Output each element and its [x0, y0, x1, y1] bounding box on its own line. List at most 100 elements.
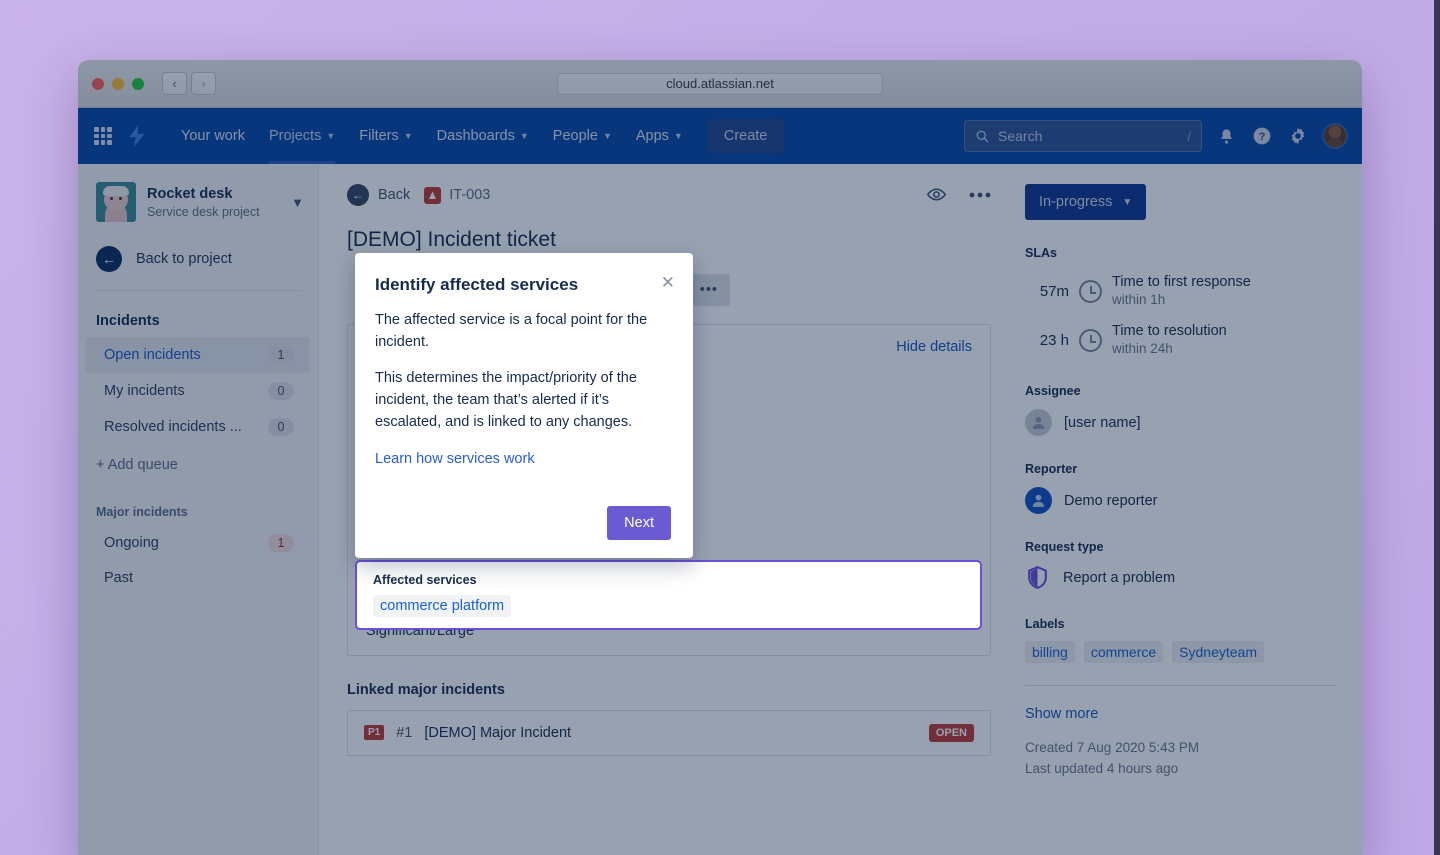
back-to-project-label: Back to project [136, 251, 232, 267]
ticket-key-link[interactable]: IT-003 [424, 187, 490, 204]
minimize-window-button[interactable] [112, 78, 124, 90]
issue-header-actions [926, 184, 991, 205]
help-icon[interactable]: ? [1250, 124, 1274, 148]
label-chip[interactable]: commerce [1084, 641, 1163, 663]
sidebar-item-ongoing[interactable]: Ongoing 1 [86, 525, 310, 561]
status-badge: OPEN [929, 724, 974, 742]
shield-icon [1025, 565, 1051, 591]
linked-major-incidents-title: Linked major incidents [347, 682, 991, 698]
label-chip[interactable]: Sydneyteam [1172, 641, 1264, 663]
slas-label: SLAs [1025, 246, 1336, 260]
sla-target: within 24h [1112, 341, 1173, 356]
created-timestamp: Created 7 Aug 2020 5:43 PM [1025, 738, 1336, 758]
queue-label: Ongoing [104, 535, 159, 551]
issue-more-actions-button[interactable]: ••• [688, 274, 730, 306]
nav-item-dashboards[interactable]: Dashboards ▼ [426, 108, 540, 164]
app-body: Rocket desk Service desk project ▼ ← Bac… [78, 164, 1362, 855]
request-type-label: Request type [1025, 540, 1336, 554]
linked-incident-row[interactable]: P1 #1 [DEMO] Major Incident OPEN [347, 710, 991, 756]
browser-chrome-bar: ‹ › cloud.atlassian.net [78, 60, 1362, 108]
priority-badge: P1 [364, 725, 384, 740]
window-traffic-lights [92, 78, 144, 90]
chevron-down-icon: ▼ [326, 131, 335, 141]
labels-label: Labels [1025, 617, 1336, 631]
queue-label: My incidents [104, 383, 185, 399]
show-more-link[interactable]: Show more [1025, 706, 1336, 722]
modal-paragraph-2: This determines the impact/priority of t… [375, 367, 671, 433]
top-navigation-bar: Your work Projects ▼ Filters ▼ Dashboard… [78, 108, 1362, 164]
more-horizontal-icon[interactable] [969, 192, 991, 198]
nav-item-your-work[interactable]: Your work [170, 108, 256, 164]
modal-footer: Next [375, 506, 671, 540]
chevron-down-icon[interactable]: ▼ [291, 195, 304, 210]
nav-item-projects[interactable]: Projects ▼ [258, 108, 346, 164]
search-input[interactable]: Search / [964, 120, 1202, 152]
sidebar-item-my-incidents[interactable]: My incidents 0 [86, 373, 310, 409]
browser-nav-buttons: ‹ › [162, 72, 216, 95]
sidebar-item-resolved-incidents[interactable]: Resolved incidents ... 0 [86, 409, 310, 445]
reporter-label: Reporter [1025, 462, 1336, 476]
add-queue-button[interactable]: + Add queue [78, 445, 318, 485]
back-link[interactable]: ← Back [347, 184, 410, 206]
avatar[interactable] [1322, 123, 1348, 149]
request-type-row[interactable]: Report a problem [1025, 565, 1336, 591]
gear-icon[interactable] [1286, 124, 1310, 148]
modal-paragraph-1: The affected service is a focal point fo… [375, 309, 671, 353]
arrow-left-icon: ← [347, 184, 369, 206]
svg-text:?: ? [1259, 131, 1266, 143]
queue-count: 0 [268, 382, 294, 400]
nav-item-people[interactable]: People ▼ [542, 108, 623, 164]
modal-title: Identify affected services [375, 275, 671, 295]
chevron-down-icon: ▼ [520, 131, 529, 141]
bell-icon[interactable] [1214, 124, 1238, 148]
nav-label: Your work [181, 128, 245, 144]
sidebar-item-past[interactable]: Past [86, 561, 310, 595]
status-label: In-progress [1039, 194, 1112, 210]
close-window-button[interactable] [92, 78, 104, 90]
affected-service-chip[interactable]: commerce platform [373, 595, 511, 617]
project-subtitle: Service desk project [147, 205, 260, 219]
create-button[interactable]: Create [708, 119, 784, 153]
sla-time: 23 h [1025, 332, 1069, 349]
assignee-row[interactable]: [user name] [1025, 409, 1336, 436]
reporter-avatar-icon [1025, 487, 1052, 514]
hide-details-link[interactable]: Hide details [896, 339, 972, 355]
last-updated-timestamp: Last updated 4 hours ago [1025, 759, 1336, 779]
status-dropdown-button[interactable]: In-progress ▼ [1025, 184, 1146, 220]
nav-label: Dashboards [437, 128, 515, 144]
queue-count: 1 [268, 346, 294, 364]
nav-label: People [553, 128, 598, 144]
project-name: Rocket desk [147, 185, 260, 204]
back-button[interactable]: ‹ [162, 72, 187, 95]
nav-label: Projects [269, 128, 321, 144]
reporter-row[interactable]: Demo reporter [1025, 487, 1336, 514]
breadcrumb: ← Back IT-003 [347, 184, 991, 206]
eye-icon[interactable] [926, 184, 947, 205]
sla-name: Time to first response [1112, 274, 1251, 290]
queue-count: 0 [268, 418, 294, 436]
close-icon[interactable]: ✕ [661, 274, 675, 291]
nav-item-apps[interactable]: Apps ▼ [625, 108, 694, 164]
person-icon [1025, 409, 1052, 436]
search-placeholder: Search [998, 128, 1042, 144]
nav-right-group: Search / ? [964, 120, 1348, 152]
address-bar-url: cloud.atlassian.net [666, 76, 774, 91]
affected-services-field[interactable]: Affected services commerce platform [355, 560, 982, 630]
label-chip[interactable]: billing [1025, 641, 1075, 663]
back-to-project-link[interactable]: ← Back to project [78, 236, 318, 284]
sla-target: within 1h [1112, 292, 1165, 307]
request-type-value: Report a problem [1063, 570, 1175, 586]
sla-time: 57m [1025, 283, 1069, 300]
jira-bolt-icon[interactable] [124, 123, 150, 149]
app-switcher-icon[interactable] [92, 125, 114, 147]
maximize-window-button[interactable] [132, 78, 144, 90]
nav-label: Filters [359, 128, 398, 144]
next-button[interactable]: Next [607, 506, 671, 540]
project-header[interactable]: Rocket desk Service desk project ▼ [78, 164, 318, 236]
sidebar-item-open-incidents[interactable]: Open incidents 1 [86, 337, 310, 373]
nav-item-filters[interactable]: Filters ▼ [348, 108, 423, 164]
forward-button[interactable]: › [191, 72, 216, 95]
learn-how-services-work-link[interactable]: Learn how services work [375, 451, 535, 467]
affected-services-label: Affected services [373, 573, 964, 587]
address-bar[interactable]: cloud.atlassian.net [558, 73, 883, 95]
